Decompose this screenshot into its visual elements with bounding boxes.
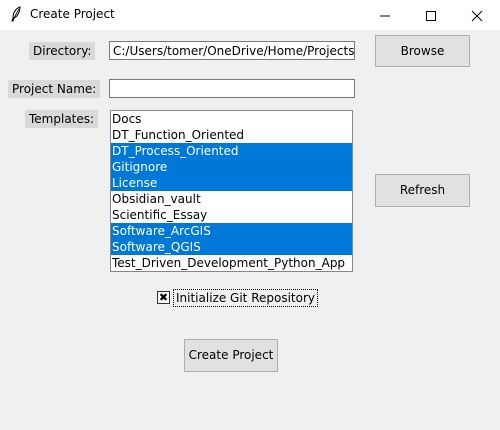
template-item[interactable]: Obsidian_vault (111, 191, 352, 207)
project-name-label: Project Name: (8, 80, 101, 98)
checkbox-box[interactable]: ✖ (157, 291, 170, 304)
templates-label: Templates: (25, 110, 99, 128)
template-item[interactable]: Software_QGIS (111, 239, 352, 255)
directory-label: Directory: (29, 42, 96, 60)
directory-input[interactable]: C:/Users/tomer/OneDrive/Home/Projects (109, 41, 355, 60)
template-item[interactable]: Software_ArcGIS (111, 223, 352, 239)
template-item[interactable]: Gitignore (111, 159, 352, 175)
template-item[interactable]: Docs (111, 111, 352, 127)
git-init-label[interactable]: Initialize Git Repository (173, 289, 318, 307)
template-item[interactable]: Scientific_Essay (111, 207, 352, 223)
template-item[interactable]: Test_Driven_Development_Python_App (111, 255, 352, 271)
close-button[interactable] (454, 0, 500, 30)
template-item[interactable]: DT_Function_Oriented (111, 127, 352, 143)
project-name-input[interactable] (109, 79, 355, 98)
refresh-button[interactable]: Refresh (375, 174, 470, 207)
minimize-icon (380, 15, 390, 16)
feather-icon (11, 6, 21, 22)
template-item[interactable]: License (111, 175, 352, 191)
template-item[interactable]: DT_Process_Oriented (111, 143, 352, 159)
window-title: Create Project (30, 7, 115, 21)
title-bar: Create Project (0, 0, 500, 30)
maximize-button[interactable] (408, 0, 454, 30)
maximize-icon (426, 10, 436, 21)
create-project-button[interactable]: Create Project (184, 339, 278, 372)
browse-button[interactable]: Browse (375, 35, 470, 67)
templates-listbox[interactable]: Docs DT_Function_Oriented DT_Process_Orien… (110, 110, 353, 272)
minimize-button[interactable] (362, 0, 408, 30)
close-icon (471, 10, 483, 21)
